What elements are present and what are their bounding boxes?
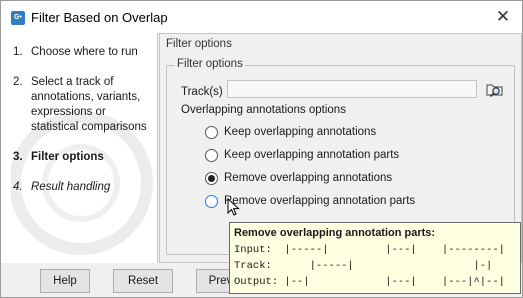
radio-button[interactable]	[205, 194, 218, 208]
reset-button[interactable]: Reset	[113, 269, 173, 293]
option-label: Remove overlapping annotation parts	[224, 195, 416, 207]
step-3: 3. Filter options	[13, 150, 151, 165]
step-number: 2.	[13, 76, 23, 88]
step-label: Choose where to run	[31, 46, 138, 58]
option-remove-overlapping-annotations[interactable]: Remove overlapping annotations	[205, 170, 392, 186]
option-label: Remove overlapping annotations	[224, 172, 393, 184]
title-bar: G• Filter Based on Overlap ✕	[1, 1, 522, 33]
tooltip-input-line: Input: |-----| |---| |--------|	[234, 244, 505, 256]
wizard-steps-panel: 1. Choose where to run 2. Select a track o…	[1, 33, 158, 263]
browse-folder-icon[interactable]	[485, 79, 505, 99]
window-title: Filter Based on Overlap	[31, 10, 168, 25]
tooltip-track-line: Track: |-----| |-|	[234, 260, 493, 272]
step-label: Select a track of annotations, variants,…	[31, 76, 147, 133]
tooltip-output-line: Output: |--| |---| |---|^|--|	[234, 276, 505, 288]
overlap-options-label: Overlapping annotations options	[181, 104, 346, 116]
app-logo-icon: G•	[11, 11, 25, 25]
step-number: 3.	[13, 151, 23, 163]
radio-button[interactable]	[205, 148, 218, 162]
tooltip-title: Remove overlapping annotation parts:	[234, 227, 436, 239]
step-4: 4. Result handling	[13, 180, 151, 195]
step-2: 2. Select a track of annotations, variant…	[13, 75, 151, 135]
tooltip: Remove overlapping annotation parts: Inp…	[229, 222, 521, 294]
panel-header: Filter options	[166, 38, 232, 50]
group-title: Filter options	[175, 58, 245, 70]
track-label: Track(s)	[181, 86, 223, 98]
mouse-cursor-icon	[227, 198, 240, 216]
option-label: Keep overlapping annotation parts	[224, 149, 400, 161]
radio-button[interactable]	[205, 125, 218, 139]
radio-button-selected[interactable]	[205, 171, 218, 185]
close-button[interactable]: ✕	[490, 5, 516, 29]
option-keep-overlapping-annotation-parts[interactable]: Keep overlapping annotation parts	[205, 147, 399, 163]
step-label: Result handling	[31, 181, 111, 193]
option-keep-overlapping-annotations[interactable]: Keep overlapping annotations	[205, 124, 376, 140]
help-button[interactable]: Help	[40, 269, 90, 293]
step-number: 4.	[13, 181, 23, 193]
step-1: 1. Choose where to run	[13, 45, 151, 60]
option-label: Keep overlapping annotations	[224, 126, 377, 138]
dialog-window: G• Filter Based on Overlap ✕ 1. Choose wh…	[0, 0, 523, 298]
step-label: Filter options	[31, 151, 104, 163]
track-field[interactable]	[227, 80, 477, 98]
step-number: 1.	[13, 46, 23, 58]
